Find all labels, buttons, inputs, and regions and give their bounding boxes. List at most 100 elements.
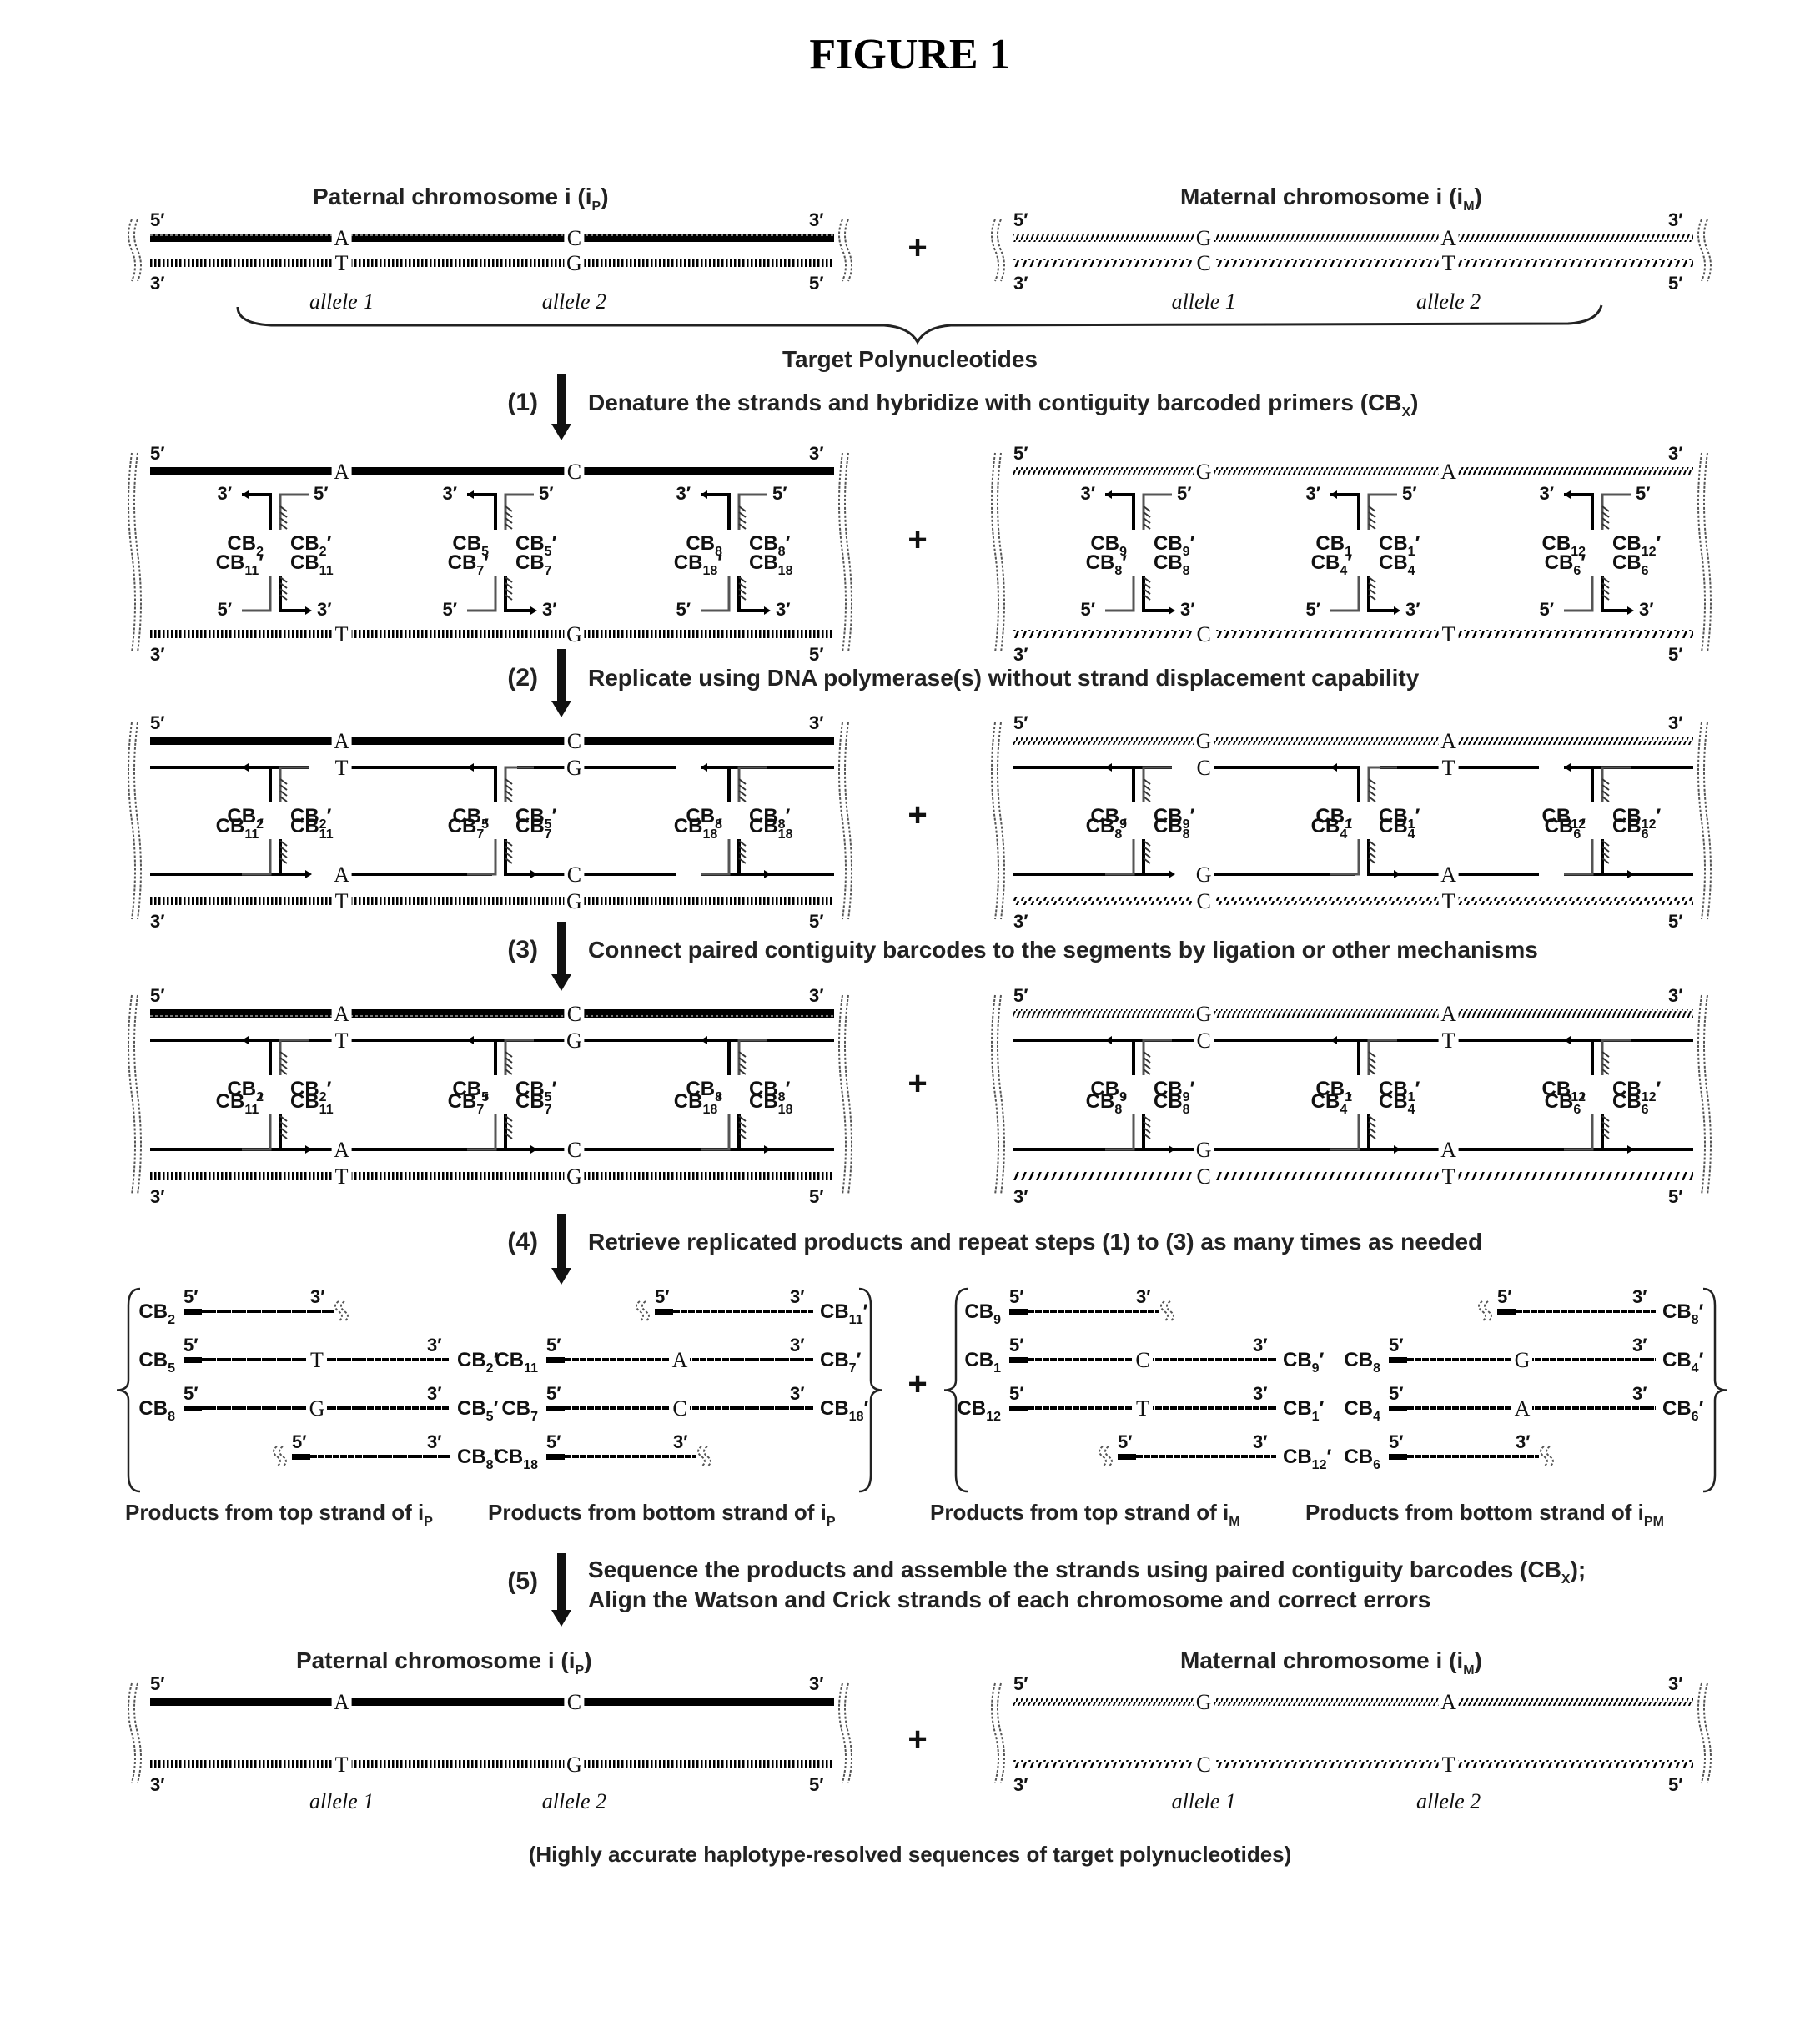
bottom-primer bbox=[1330, 576, 1400, 615]
five-prime-label: 5′ bbox=[1013, 1673, 1028, 1694]
three-prime-label: 3′ bbox=[1136, 1286, 1151, 1307]
arrow-right-icon bbox=[764, 870, 771, 878]
products-caption: Products from top strand of iM bbox=[930, 1500, 1240, 1529]
primer-line bbox=[737, 1039, 767, 1075]
primer-line bbox=[1564, 493, 1594, 530]
bottom-strand: TG bbox=[150, 251, 834, 275]
top-strand: AC bbox=[150, 460, 834, 484]
top-strand: GA bbox=[1013, 729, 1693, 753]
step-arrow-shaft bbox=[557, 922, 566, 976]
five-prime-label: 5′ bbox=[1118, 1431, 1133, 1452]
three-prime-label: 3′ bbox=[542, 599, 557, 620]
nucleotide-label: G bbox=[1196, 1002, 1212, 1026]
five-prime-label: 5′ bbox=[1305, 599, 1320, 620]
top-strand: AC bbox=[150, 1690, 834, 1714]
top-primer bbox=[242, 1036, 309, 1075]
product-barcode-left: CB8 bbox=[138, 1397, 175, 1424]
product-group: 5′ 3′ CB8′ CB8 5′ 3′ G CB4′ CB4 5′ 3′ A CB6′ CB6 5′ 3′ P… bbox=[1305, 1286, 1704, 1529]
primer-line bbox=[242, 839, 272, 876]
product-barcode-left: CB2 bbox=[138, 1300, 175, 1327]
arrow-right-icon bbox=[1169, 606, 1175, 615]
strand-segment bbox=[584, 630, 834, 638]
three-prime-label: 3′ bbox=[427, 1335, 442, 1355]
primer-line bbox=[1330, 1114, 1360, 1151]
nucleotide-label: C bbox=[567, 729, 581, 753]
bottom-strand: CT bbox=[1013, 251, 1693, 275]
nucleotide-label: T bbox=[1442, 622, 1455, 646]
five-prime-label: 5′ bbox=[1013, 443, 1028, 464]
three-prime-label: 3′ bbox=[809, 209, 824, 230]
primer-line bbox=[1142, 493, 1172, 530]
step-description: Retrieve replicated products and repeat … bbox=[588, 1229, 1482, 1255]
three-prime-label: 3′ bbox=[1539, 483, 1554, 504]
paternal-resolved-duplex: 5′ 3′3′ 5′A CT Gallele 1 allele 2 bbox=[128, 1673, 852, 1813]
five-prime-label: 5′ bbox=[184, 1286, 199, 1307]
paternal-chromosome-duplex: 5′ 3′3′ 5′A CT GCB2 CB2′CB11′ CB11CB5 CB5′CB7′ C… bbox=[128, 985, 852, 1207]
plus-sign: + bbox=[907, 1366, 927, 1402]
nucleotide-label: A bbox=[1440, 226, 1456, 250]
nucleotide-label: T bbox=[310, 1348, 324, 1372]
bottom-strand: TG bbox=[150, 1164, 834, 1189]
products-caption: Products from bottom strand of iP bbox=[488, 1500, 836, 1529]
strand-segment bbox=[584, 897, 834, 905]
primer-line bbox=[1105, 766, 1135, 802]
arrow-left-icon bbox=[1330, 490, 1337, 499]
bottom-strand: TG bbox=[150, 889, 834, 913]
nucleotide-label: T bbox=[335, 1029, 349, 1053]
arrow-left-icon bbox=[242, 1036, 249, 1044]
strand-segment bbox=[1013, 1760, 1194, 1768]
maternal-chromosome-duplex: 5′ 3′3′ 5′G AC Tallele 1 allele 2 bbox=[991, 209, 1712, 314]
strand-segment bbox=[1458, 467, 1693, 475]
step-arrow-shaft bbox=[557, 1214, 566, 1270]
three-prime-label: 3′ bbox=[1253, 1383, 1268, 1404]
maternal-chromosome-title: Maternal chromosome i (iM) bbox=[1180, 184, 1482, 214]
five-prime-label: 5′ bbox=[1668, 911, 1683, 932]
five-prime-label: 5′ bbox=[1009, 1383, 1024, 1404]
strand-break-icon bbox=[1546, 1446, 1554, 1467]
product-barcode-right: CB9′ bbox=[1283, 1349, 1325, 1376]
step-description-line2: Align the Watson and Crick strands of ea… bbox=[588, 1587, 1430, 1612]
target-polynucleotides-label: Target Polynucleotides bbox=[782, 346, 1038, 372]
strand-break-icon bbox=[133, 994, 142, 1195]
top-primer bbox=[242, 490, 309, 530]
nucleotide-label: A bbox=[334, 1690, 349, 1714]
primer-line bbox=[701, 1039, 731, 1075]
primer-line bbox=[737, 766, 767, 802]
primer-line bbox=[701, 766, 731, 802]
arrow-left-icon bbox=[701, 1036, 707, 1044]
barcode-segment bbox=[292, 1454, 310, 1460]
arrow-right-icon bbox=[305, 1145, 312, 1154]
bottom-primer bbox=[467, 1114, 537, 1154]
top-strand: GA bbox=[1013, 1002, 1693, 1026]
three-prime-label: 3′ bbox=[1013, 273, 1028, 294]
strand-segment bbox=[1458, 1172, 1693, 1180]
arrow-right-icon bbox=[530, 1145, 537, 1154]
strand-segment bbox=[150, 1760, 332, 1768]
primer-line bbox=[701, 493, 731, 530]
barcode-segment bbox=[546, 1357, 565, 1363]
arrow-left-icon bbox=[1330, 763, 1337, 772]
maternal-chromosome-duplex: 5′ 3′3′ 5′G AC TCB9 CB9′CB8′ CB8CB1 CB1′CB4′ CB4… bbox=[991, 985, 1712, 1207]
three-prime-label: 3′ bbox=[1405, 599, 1420, 620]
five-prime-label: 5′ bbox=[442, 599, 457, 620]
nucleotide-label: C bbox=[567, 460, 581, 484]
primer-line bbox=[467, 1039, 497, 1075]
strand-break-icon bbox=[1703, 994, 1712, 1195]
strand-segment bbox=[351, 737, 565, 745]
barcode-label: CB11 bbox=[290, 551, 334, 578]
barcode-segment bbox=[1118, 1454, 1136, 1460]
strand-break-icon bbox=[1166, 1300, 1174, 1322]
primer-line bbox=[279, 493, 309, 530]
barcode-segment bbox=[184, 1309, 202, 1315]
primer-line bbox=[504, 1039, 534, 1075]
plus-sign: + bbox=[907, 1721, 927, 1758]
nucleotide-label: A bbox=[1440, 1002, 1456, 1026]
nucleotide-label: G bbox=[1515, 1348, 1531, 1372]
arrow-right-icon bbox=[764, 606, 771, 615]
five-prime-label: 5′ bbox=[546, 1431, 561, 1452]
three-prime-label: 3′ bbox=[150, 273, 165, 294]
primer-line bbox=[242, 766, 272, 802]
arrow-right-icon bbox=[1169, 870, 1175, 878]
step-description: Replicate using DNA polymerase(s) withou… bbox=[588, 665, 1420, 691]
bottom-primer bbox=[242, 839, 312, 878]
